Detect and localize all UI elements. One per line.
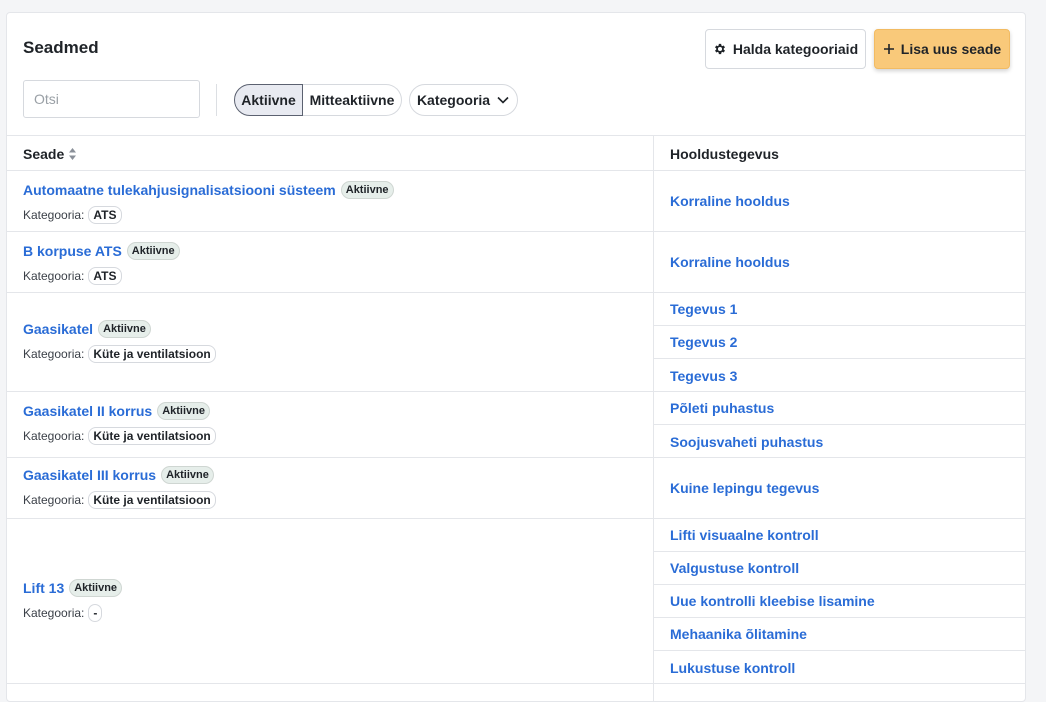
column-header-device-label: Seade — [23, 146, 65, 162]
category-chip: ATS — [88, 267, 122, 285]
filter-divider — [216, 84, 217, 116]
table-header: Seade Hooldustegevus — [7, 135, 1025, 171]
table-row: Gaasikatel II korrus Aktiivne Kategooria… — [7, 392, 1025, 458]
page-header: Seadmed Halda kategooriaid Lisa uus sead… — [7, 13, 1025, 135]
action-link[interactable]: Mehaanika õlitamine — [654, 618, 1025, 651]
device-cell: Gaasikatel II korrus Aktiivne Kategooria… — [23, 402, 216, 445]
action-link[interactable]: Korraline hooldus — [654, 171, 1025, 231]
manage-categories-button[interactable]: Halda kategooriaid — [705, 29, 866, 69]
status-badge: Aktiivne — [161, 466, 214, 484]
table-row: Gaasikatel Aktiivne Kategooria: Küte ja … — [7, 293, 1025, 392]
category-prefix: Kategooria: — [23, 347, 85, 361]
device-cell: B korpuse ATS Aktiivne Kategooria: ATS — [23, 242, 180, 285]
table-row: B korpuse ATS Aktiivne Kategooria: ATS K… — [7, 232, 1025, 293]
action-link[interactable]: Lifti visuaalne kontroll — [654, 519, 1025, 552]
sort-icon[interactable] — [68, 147, 77, 161]
action-link[interactable]: Põleti puhastus — [654, 392, 1025, 425]
device-name-link[interactable]: Lift 13 — [23, 580, 64, 596]
add-device-button[interactable]: Lisa uus seade — [874, 29, 1010, 69]
category-chip: Küte ja ventilatsioon — [88, 491, 216, 509]
action-link[interactable]: Uue kontrolli kleebise lisamine — [654, 585, 1025, 618]
device-name-link[interactable]: Gaasikatel III korrus — [23, 467, 156, 483]
device-cell: Gaasikatel Aktiivne Kategooria: Küte ja … — [23, 320, 216, 363]
category-dropdown[interactable]: Kategooria — [409, 84, 518, 116]
filter-inactive-button[interactable]: Mitteaktiivne — [303, 84, 402, 116]
category-prefix: Kategooria: — [23, 429, 85, 443]
device-cell: Automaatne tulekahjusignalisatsiooni süs… — [23, 181, 394, 224]
devices-card: Seadmed Halda kategooriaid Lisa uus sead… — [6, 12, 1026, 702]
action-link[interactable]: Tegevus 1 — [654, 293, 1025, 326]
action-link[interactable]: Soojusvaheti puhastus — [654, 425, 1025, 458]
table-row: Automaatne tulekahjusignalisatsiooni süs… — [7, 171, 1025, 232]
category-prefix: Kategooria: — [23, 606, 85, 620]
category-prefix: Kategooria: — [23, 493, 85, 507]
actions-cell: Kuine lepingu tegevus — [654, 458, 1025, 518]
category-chip: Küte ja ventilatsioon — [88, 427, 216, 445]
status-badge: Aktiivne — [98, 320, 151, 338]
actions-cell: Põleti puhastus Soojusvaheti puhastus — [654, 392, 1025, 458]
plus-icon — [883, 43, 895, 55]
status-badge: Aktiivne — [157, 402, 210, 420]
column-header-actions: Hooldustegevus — [670, 146, 779, 162]
manage-categories-label: Halda kategooriaid — [732, 41, 859, 57]
action-link[interactable]: Tegevus 3 — [654, 359, 1025, 392]
actions-cell: Lifti visuaalne kontroll Valgustuse kont… — [654, 519, 1025, 684]
action-link[interactable]: Kuine lepingu tegevus — [654, 458, 1025, 518]
status-badge: Aktiivne — [69, 579, 123, 597]
category-chip: Küte ja ventilatsioon — [88, 345, 216, 363]
actions-cell: Korraline hooldus — [654, 171, 1025, 231]
actions-cell: Tegevus 1 Tegevus 2 Tegevus 3 — [654, 293, 1025, 392]
action-link[interactable]: Valgustuse kontroll — [654, 552, 1025, 585]
device-name-link[interactable]: B korpuse ATS — [23, 243, 122, 259]
column-header-device[interactable]: Seade — [23, 146, 77, 162]
action-link[interactable]: Lukustuse kontroll — [654, 651, 1025, 684]
action-link[interactable]: Korraline hooldus — [654, 232, 1025, 292]
status-badge: Aktiivne — [126, 242, 180, 260]
category-chip: - — [88, 604, 103, 622]
filter-active-button[interactable]: Aktiivne — [234, 84, 303, 116]
category-prefix: Kategooria: — [23, 269, 85, 283]
chevron-down-icon — [496, 93, 510, 107]
status-filter: Aktiivne Mitteaktiivne — [234, 84, 402, 116]
device-name-link[interactable]: Gaasikatel II korrus — [23, 403, 152, 419]
status-badge: Aktiivne — [340, 181, 394, 199]
table-row: Lift 13 Aktiivne Kategooria: - Lifti vis… — [7, 519, 1025, 684]
table-row: Gaasikatel III korrus Aktiivne Kategoori… — [7, 458, 1025, 519]
device-cell: Lift 13 Aktiivne Kategooria: - — [23, 579, 123, 622]
device-cell: Gaasikatel III korrus Aktiivne Kategoori… — [23, 466, 216, 509]
search-input[interactable] — [23, 80, 200, 118]
action-link[interactable]: Tegevus 2 — [654, 326, 1025, 359]
category-dropdown-label: Kategooria — [416, 92, 491, 108]
category-prefix: Kategooria: — [23, 208, 85, 222]
add-device-label: Lisa uus seade — [900, 41, 1002, 57]
actions-cell: Korraline hooldus — [654, 232, 1025, 292]
device-name-link[interactable]: Gaasikatel — [23, 321, 93, 337]
page-title: Seadmed — [23, 38, 99, 57]
category-chip: ATS — [88, 206, 122, 224]
device-name-link[interactable]: Automaatne tulekahjusignalisatsiooni süs… — [23, 182, 336, 198]
gear-icon — [713, 42, 727, 56]
